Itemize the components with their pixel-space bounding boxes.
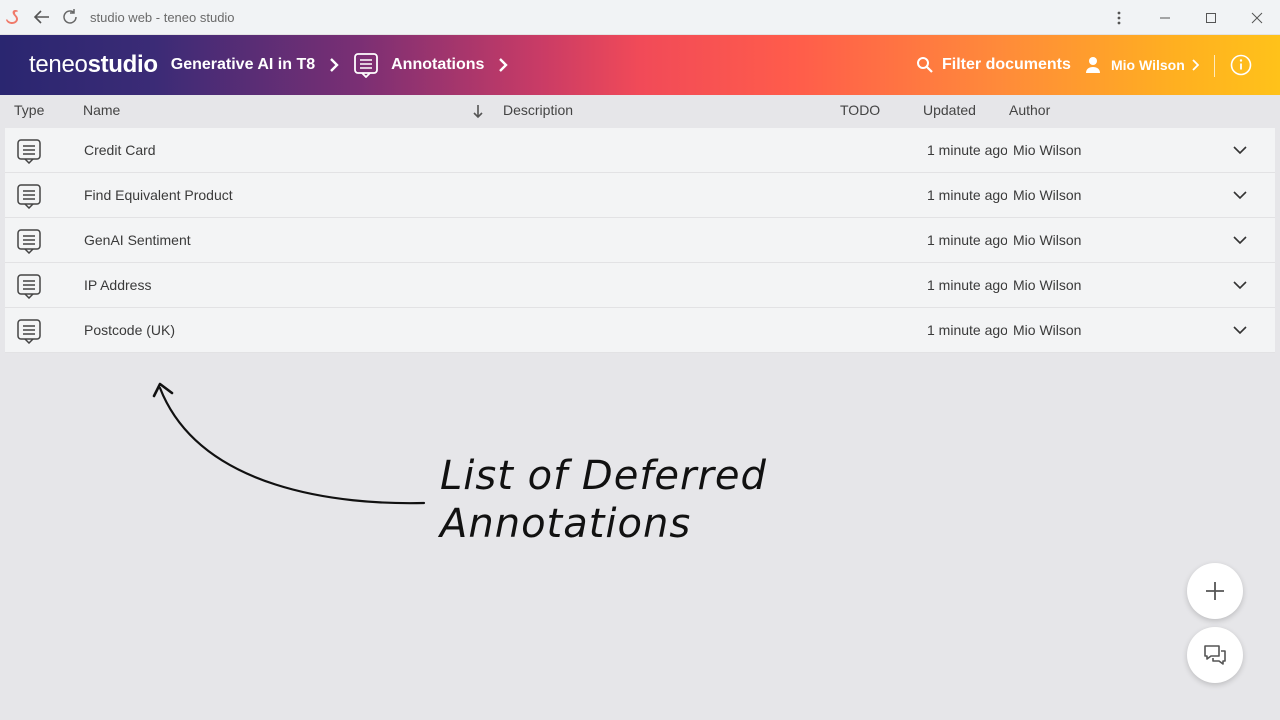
column-header-type[interactable]: Type — [14, 102, 44, 118]
sort-down-arrow-icon[interactable] — [471, 103, 485, 119]
row-updated: 1 minute ago — [927, 142, 1007, 158]
chevron-right-icon — [329, 57, 339, 73]
back-arrow-icon[interactable] — [28, 0, 56, 35]
annotation-document-icon — [353, 52, 379, 78]
table-row[interactable]: Find Equivalent Product 1 minute ago Mio… — [5, 173, 1275, 218]
column-header-name[interactable]: Name — [83, 102, 120, 118]
chevron-right-icon[interactable] — [498, 57, 509, 73]
row-author: Mio Wilson — [1013, 187, 1082, 203]
table-header: Type Name Description TODO Updated Autho… — [0, 95, 1280, 127]
chevron-down-icon[interactable] — [1231, 278, 1249, 294]
user-menu[interactable]: Mio Wilson — [1085, 35, 1199, 95]
column-header-todo[interactable]: TODO — [840, 102, 880, 118]
table-row[interactable]: IP Address 1 minute ago Mio Wilson — [5, 263, 1275, 308]
chevron-down-icon[interactable] — [1231, 188, 1249, 204]
app-header: teneostudio Generative AI in T8 Annotati… — [0, 35, 1280, 95]
chevron-down-icon[interactable] — [1231, 323, 1249, 339]
chevron-down-icon[interactable] — [1231, 233, 1249, 249]
plus-icon — [1206, 582, 1224, 600]
row-name: Credit Card — [84, 142, 156, 158]
column-header-author[interactable]: Author — [1009, 102, 1050, 118]
more-vertical-icon[interactable] — [1096, 0, 1142, 35]
close-icon[interactable] — [1234, 0, 1280, 35]
annotation-callout: List of Deferred Annotations — [440, 452, 767, 548]
row-author: Mio Wilson — [1013, 322, 1082, 338]
chat-icon — [1204, 645, 1226, 665]
column-header-description[interactable]: Description — [503, 102, 573, 118]
table-row[interactable]: Credit Card 1 minute ago Mio Wilson — [5, 128, 1275, 173]
window-titlebar: studio web - teneo studio — [0, 0, 1280, 35]
filter-documents-label: Filter documents — [942, 56, 1071, 73]
annotation-document-icon — [16, 183, 42, 212]
row-name: Postcode (UK) — [84, 322, 176, 338]
person-icon — [1086, 57, 1100, 73]
table-row[interactable]: GenAI Sentiment 1 minute ago Mio Wilson — [5, 218, 1275, 263]
row-updated: 1 minute ago — [927, 322, 1007, 338]
chevron-right-icon — [1192, 59, 1199, 71]
minimize-icon[interactable] — [1142, 0, 1188, 35]
window-title: studio web - teneo studio — [90, 9, 235, 25]
row-name: Find Equivalent Product — [84, 187, 233, 203]
breadcrumb-solution[interactable]: Generative AI in T8 — [171, 56, 315, 74]
row-updated: 1 minute ago — [927, 277, 1007, 293]
annotation-line-2: Annotations — [440, 501, 692, 547]
row-author: Mio Wilson — [1013, 232, 1082, 248]
maximize-icon[interactable] — [1188, 0, 1234, 35]
chat-button[interactable] — [1187, 627, 1243, 683]
user-name: Mio Wilson — [1111, 57, 1185, 73]
logo-bold-text: studio — [87, 51, 159, 78]
row-name: IP Address — [84, 277, 152, 293]
flamingo-icon — [0, 0, 28, 35]
annotation-document-icon — [16, 138, 42, 167]
row-updated: 1 minute ago — [927, 232, 1007, 248]
header-divider — [1214, 55, 1215, 77]
filter-documents-button[interactable]: Filter documents — [916, 35, 1071, 95]
annotation-line-1: List of Deferred — [440, 453, 767, 499]
row-updated: 1 minute ago — [927, 187, 1007, 203]
annotation-document-icon — [16, 228, 42, 257]
reload-icon[interactable] — [56, 0, 84, 35]
chevron-down-icon[interactable] — [1231, 143, 1249, 159]
logo-thin-text: teneo — [29, 51, 88, 78]
annotations-table: Credit Card 1 minute ago Mio Wilson Find… — [5, 128, 1275, 353]
annotation-document-icon — [16, 273, 42, 302]
info-icon[interactable] — [1230, 54, 1252, 81]
search-icon — [917, 57, 933, 73]
add-document-button[interactable] — [1187, 563, 1243, 619]
annotation-document-icon — [16, 318, 42, 347]
row-author: Mio Wilson — [1013, 142, 1082, 158]
teneo-studio-logo[interactable]: teneostudio — [29, 51, 158, 79]
row-author: Mio Wilson — [1013, 277, 1082, 293]
table-row[interactable]: Postcode (UK) 1 minute ago Mio Wilson — [5, 308, 1275, 353]
annotation-arrow — [152, 382, 426, 505]
breadcrumb-annotations[interactable]: Annotations — [391, 56, 484, 74]
row-name: GenAI Sentiment — [84, 232, 191, 248]
column-header-updated[interactable]: Updated — [923, 102, 976, 118]
